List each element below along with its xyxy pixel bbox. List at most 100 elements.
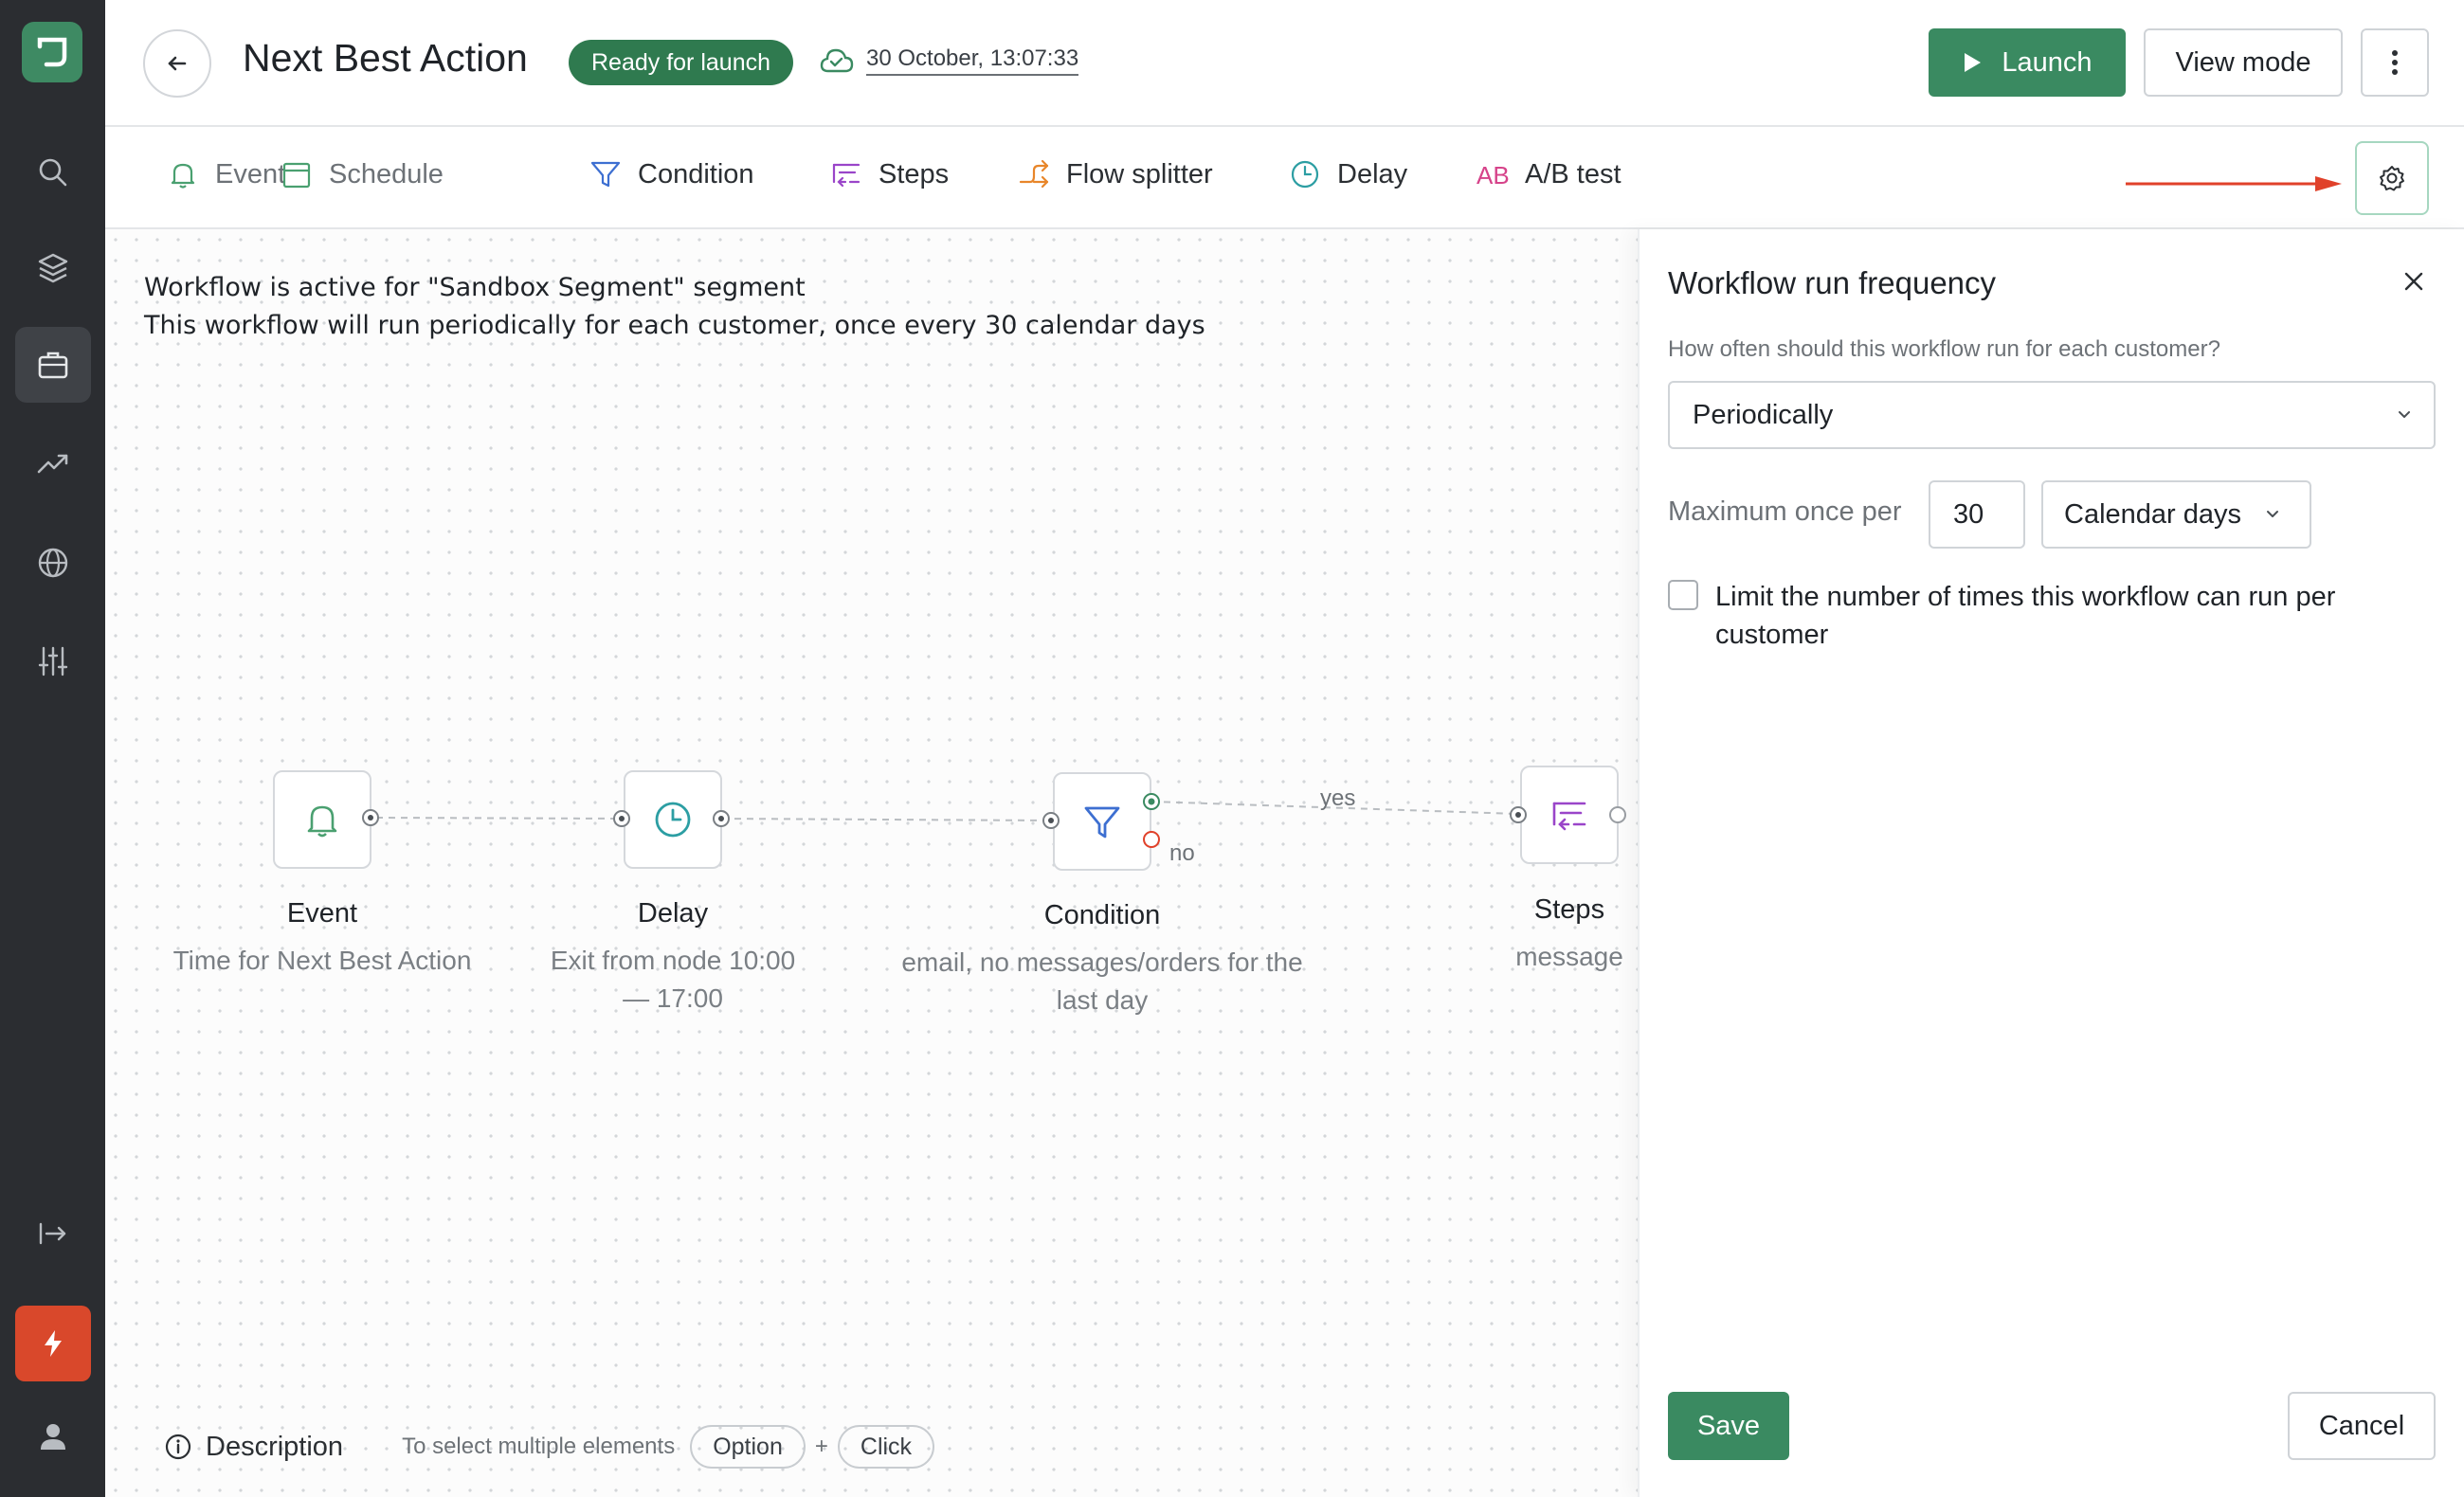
period-unit-value: Calendar days [2064, 498, 2241, 530]
view-mode-button[interactable]: View mode [2144, 28, 2343, 97]
trending-up-icon[interactable] [15, 425, 91, 501]
bell-icon [307, 805, 337, 838]
limit-runs-option: Limit the number of times this workflow … [1668, 578, 2398, 654]
edge-no-label: no [1169, 840, 1195, 866]
globe-icon[interactable] [15, 525, 91, 601]
steps-icon [832, 163, 861, 188]
last-saved-time: 30 October, 13:07:33 [866, 45, 1079, 76]
more-options-button[interactable] [2361, 28, 2429, 97]
tool-delay-label: Delay [1337, 158, 1408, 189]
filter-icon [1084, 806, 1120, 839]
close-icon [2404, 272, 2423, 291]
max-once-per-label: Maximum once per [1668, 496, 1902, 527]
node-condition[interactable] [1053, 772, 1151, 871]
node-event-subtitle: Time for Next Best Action [172, 946, 472, 975]
workflow-settings-button[interactable] [2355, 141, 2429, 215]
top-header: Next Best Action Ready for launch 30 Oct… [105, 0, 2464, 127]
node-steps-title: Steps [1533, 894, 1605, 925]
tool-condition[interactable]: Condition [589, 157, 754, 191]
clock-icon [655, 802, 691, 838]
tool-ab-test[interactable]: AB A/B test [1476, 157, 1622, 191]
gear-icon [2380, 166, 2404, 191]
launch-label: Launch [2002, 46, 2093, 78]
frequency-select[interactable]: Periodically [1668, 381, 2436, 449]
node-toolbar: Event Schedule Condition Steps Flow spli… [105, 129, 2464, 229]
briefcase-icon[interactable] [15, 327, 91, 403]
split-arrows-icon [1019, 159, 1049, 189]
node-event-title: Event [286, 898, 358, 929]
launch-button[interactable]: Launch [1929, 28, 2126, 97]
node-condition-subtitle: email, no messages/orders for the last d… [901, 947, 1303, 1015]
condition-yes-port[interactable] [1142, 792, 1161, 811]
sliders-icon[interactable] [15, 623, 91, 699]
condition-input-port[interactable] [1042, 811, 1060, 830]
event-output-port[interactable] [361, 808, 380, 827]
tool-schedule[interactable]: Schedule [280, 157, 444, 191]
node-delay[interactable] [624, 770, 722, 869]
tool-delay[interactable]: Delay [1288, 157, 1407, 191]
node-event[interactable] [273, 770, 371, 869]
edge-yes-label: yes [1320, 785, 1356, 811]
panel-title: Workflow run frequency [1668, 265, 1997, 300]
app-sidebar [0, 0, 105, 1497]
limit-runs-checkbox[interactable] [1668, 580, 1698, 610]
frequency-question: How often should this workflow run for e… [1668, 336, 2220, 362]
layers-icon[interactable] [15, 230, 91, 306]
tool-ab-test-label: A/B test [1525, 158, 1622, 189]
chevron-down-icon [2399, 411, 2410, 418]
delay-input-port[interactable] [612, 809, 631, 828]
node-delay-title: Delay [637, 898, 709, 929]
status-badge: Ready for launch [569, 40, 794, 85]
search-icon[interactable] [15, 135, 91, 210]
steps-icon [1552, 802, 1586, 831]
cancel-button[interactable]: Cancel [2288, 1392, 2436, 1460]
tool-event[interactable]: Event [166, 157, 285, 191]
collapse-sidebar-icon[interactable] [15, 1196, 91, 1272]
hint-arrow-icon [2126, 176, 2342, 191]
edge-delay-condition [721, 818, 1052, 821]
arrow-left-icon [168, 56, 187, 71]
save-button[interactable]: Save [1668, 1392, 1789, 1460]
tool-schedule-label: Schedule [329, 158, 444, 189]
node-steps[interactable] [1520, 766, 1619, 864]
info-icon [165, 1434, 191, 1460]
tool-event-label: Event [215, 158, 286, 189]
ab-icon: AB [1477, 161, 1510, 189]
multi-select-hint: To select multiple elements [402, 1434, 676, 1459]
steps-output-port[interactable] [1608, 805, 1627, 824]
limit-runs-label: Limit the number of times this workflow … [1715, 582, 2336, 650]
more-vertical-icon [2392, 50, 2398, 75]
node-delay-subtitle: Exit from node 10:00 — 17:00 [550, 946, 796, 1013]
tool-flow-splitter-label: Flow splitter [1066, 158, 1213, 189]
delay-output-port[interactable] [712, 809, 731, 828]
last-saved[interactable]: 30 October, 13:07:33 [819, 45, 1079, 76]
tool-condition-label: Condition [638, 158, 754, 189]
chevron-down-icon [2267, 511, 2278, 517]
app-logo-icon[interactable] [22, 22, 82, 82]
steps-input-port[interactable] [1509, 805, 1528, 824]
key-option: Option [690, 1425, 806, 1469]
description-label: Description [206, 1431, 344, 1462]
workflow-canvas[interactable]: Workflow is active for "Sandbox Segment"… [105, 229, 1638, 1497]
tool-steps-label: Steps [879, 158, 950, 189]
condition-no-port[interactable] [1142, 830, 1161, 849]
period-unit-select[interactable]: Calendar days [2041, 480, 2311, 549]
back-button[interactable] [143, 29, 211, 98]
tool-steps[interactable]: Steps [829, 157, 949, 191]
page-title: Next Best Action [243, 36, 528, 80]
user-avatar-icon[interactable] [15, 1398, 91, 1474]
run-frequency-panel: Workflow run frequency How often should … [1638, 229, 2464, 1497]
max-once-per-input[interactable]: 30 [1929, 480, 2025, 549]
calendar-icon [282, 162, 311, 189]
close-panel-button[interactable] [2398, 265, 2430, 298]
node-condition-title: Condition [1043, 900, 1161, 930]
cloud-check-icon [820, 48, 854, 73]
lightning-icon[interactable] [15, 1306, 91, 1381]
key-plus: + [814, 1434, 828, 1459]
play-icon [1965, 53, 1982, 72]
key-click: Click [837, 1425, 935, 1469]
tool-flow-splitter[interactable]: Flow splitter [1017, 157, 1213, 191]
edge-event-delay [375, 817, 623, 820]
description-button[interactable]: Description [164, 1432, 343, 1463]
node-steps-subtitle: message [1515, 942, 1623, 971]
